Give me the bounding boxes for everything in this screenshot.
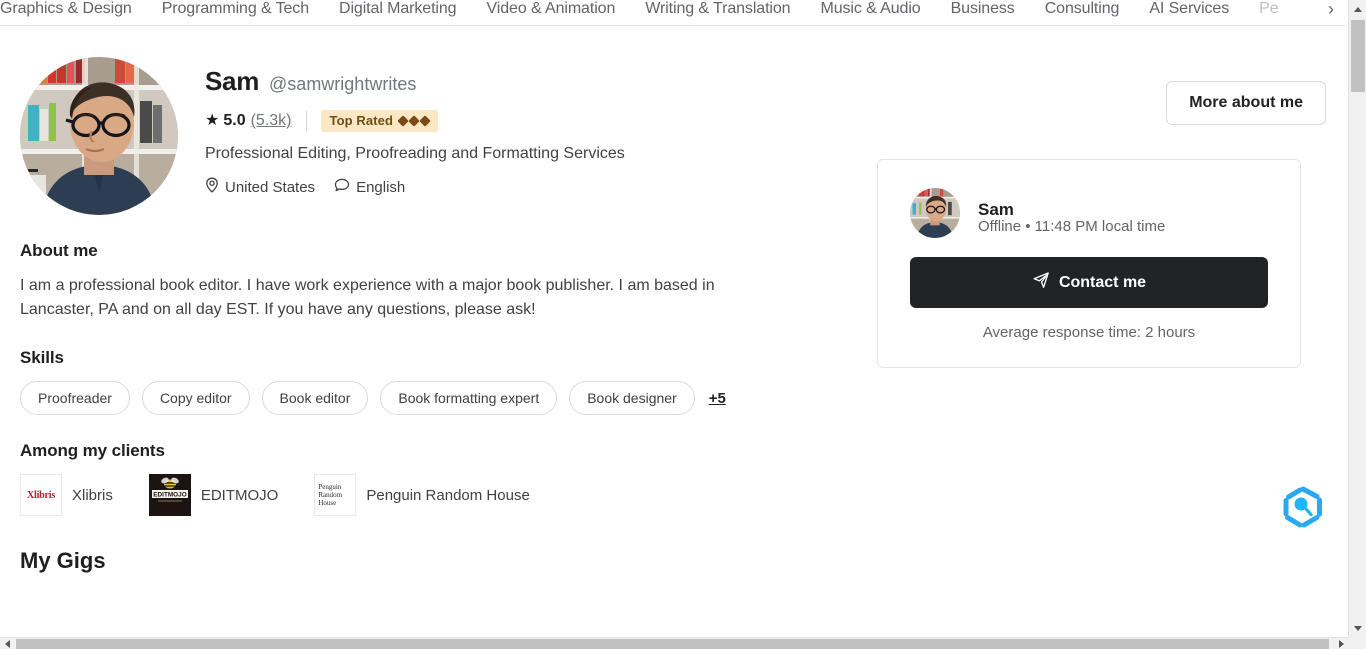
nav-item-4[interactable]: Writing & Translation	[645, 0, 790, 23]
triangle-up-icon[interactable]	[1349, 0, 1366, 18]
horizontal-scrollbar-thumb[interactable]	[16, 639, 1329, 649]
nav-item-7[interactable]: Consulting	[1045, 0, 1120, 23]
client-item[interactable]: Penguin Random House Penguin Random House	[314, 474, 530, 516]
badge-diamonds	[397, 114, 431, 127]
speech-bubble-icon	[334, 178, 350, 197]
category-nav-items: Graphics & Design Programming & Tech Digit…	[0, 0, 1279, 23]
vertical-scrollbar[interactable]	[1348, 0, 1366, 637]
diamond-icon	[419, 114, 431, 127]
diamond-icon	[408, 114, 420, 127]
browser-viewport: Graphics & Design Programming & Tech Digit…	[0, 0, 1366, 649]
clients-title: Among my clients	[20, 441, 165, 460]
contact-card-name: Sam	[978, 199, 1014, 219]
average-response-time: Average response time: 2 hours	[982, 324, 1196, 341]
contact-card: Sam Offline • 11:48 PM local time Contac…	[877, 159, 1301, 368]
skills-chip-list: Proofreader Copy editor Book editor Book fo…	[20, 381, 1326, 415]
contact-me-label: Contact me	[1058, 273, 1147, 291]
contact-me-button[interactable]: Contact me	[910, 257, 1268, 308]
skill-chip-4[interactable]: Book designer	[569, 381, 695, 415]
vertical-scrollbar-thumb[interactable]	[1351, 20, 1365, 92]
rating-value: 5.0	[223, 112, 246, 129]
rating-count-link[interactable]: (5.3k)	[251, 112, 292, 130]
more-about-me-container: More about me	[1166, 81, 1326, 125]
page-title: Sam	[205, 66, 260, 96]
client-name: Xlibris	[72, 486, 113, 504]
clients-section: Among my clients Xlibris Xlibris EDITMOJO E…	[20, 441, 1326, 516]
skill-chip-0[interactable]: Proofreader	[20, 381, 130, 415]
skill-chip-1[interactable]: Copy editor	[141, 381, 250, 415]
name-row: Sam @samwrightwrites	[205, 66, 1166, 97]
clients-list: Xlibris Xlibris EDITMOJO EDITMOJO Penguin Ran…	[20, 474, 1326, 516]
category-nav: Graphics & Design Programming & Tech Digit…	[0, 0, 1346, 26]
status-badge: Top Rated	[320, 110, 438, 132]
divider	[305, 111, 307, 131]
xlibris-logo: Xlibris	[20, 474, 62, 516]
more-about-me-button[interactable]: More about me	[1166, 81, 1326, 125]
username: @samwrightwrites	[269, 74, 417, 94]
chevron-right-icon[interactable]: ›	[1320, 0, 1342, 22]
editmojo-logo: EDITMOJO	[148, 474, 191, 516]
about-text: I am a professional book editor. I have …	[20, 277, 715, 318]
xlibris-logo-text: Xlibris	[26, 489, 56, 501]
page-content: Graphics & Design Programming & Tech Digit…	[0, 0, 1346, 637]
language-label: English	[356, 178, 406, 196]
client-item[interactable]: EDITMOJO EDITMOJO	[148, 474, 279, 516]
penguin-random-house-logo: Penguin Random House	[314, 474, 357, 516]
client-item[interactable]: Xlibris Xlibris	[20, 474, 113, 516]
editmojo-logo-mark: EDITMOJO	[148, 474, 191, 516]
nav-item-5[interactable]: Music & Audio	[820, 0, 920, 23]
contact-card-status: Offline • 11:48 PM local time	[978, 218, 1166, 235]
nav-item-1[interactable]: Programming & Tech	[162, 0, 309, 23]
nav-item-6[interactable]: Business	[951, 0, 1015, 23]
rating-row: ★ 5.0 (5.3k) Top Rated	[205, 110, 1166, 132]
location-item: United States	[205, 177, 315, 197]
client-name: Penguin Random House	[366, 486, 530, 504]
penguin-random-house-logo-text: Penguin Random House	[318, 483, 343, 507]
avatar	[20, 57, 178, 215]
my-gigs-title: My Gigs	[20, 548, 106, 573]
horizontal-scrollbar[interactable]	[0, 637, 1366, 649]
send-plane-icon	[1032, 271, 1050, 294]
nav-item-9[interactable]: Pe	[1259, 0, 1278, 23]
nav-item-2[interactable]: Digital Marketing	[339, 0, 457, 23]
skill-chip-2[interactable]: Book editor	[261, 381, 369, 415]
skills-more-link[interactable]: +5	[709, 390, 726, 407]
nav-item-0[interactable]: Graphics & Design	[0, 0, 132, 23]
top-rated-label: Top Rated	[329, 113, 393, 128]
location-pin-icon	[205, 177, 219, 197]
diamond-icon	[397, 114, 409, 127]
triangle-down-icon[interactable]	[1349, 619, 1366, 637]
scrollbar-corner	[1348, 637, 1366, 649]
nav-item-8[interactable]: AI Services	[1149, 0, 1229, 23]
client-name: EDITMOJO	[200, 486, 279, 504]
triangle-right-icon[interactable]	[1334, 638, 1348, 649]
language-item: English	[334, 178, 405, 197]
star-icon: ★	[205, 112, 220, 129]
skill-chip-3[interactable]: Book formatting expert	[380, 381, 558, 415]
hexagon-magnifier-icon[interactable]	[1280, 484, 1326, 530]
svg-text:EDITMOJO: EDITMOJO	[153, 491, 186, 498]
location-label: United States	[225, 178, 316, 196]
triangle-left-icon[interactable]	[0, 638, 14, 649]
avatar	[910, 188, 960, 238]
nav-item-3[interactable]: Video & Animation	[486, 0, 615, 23]
